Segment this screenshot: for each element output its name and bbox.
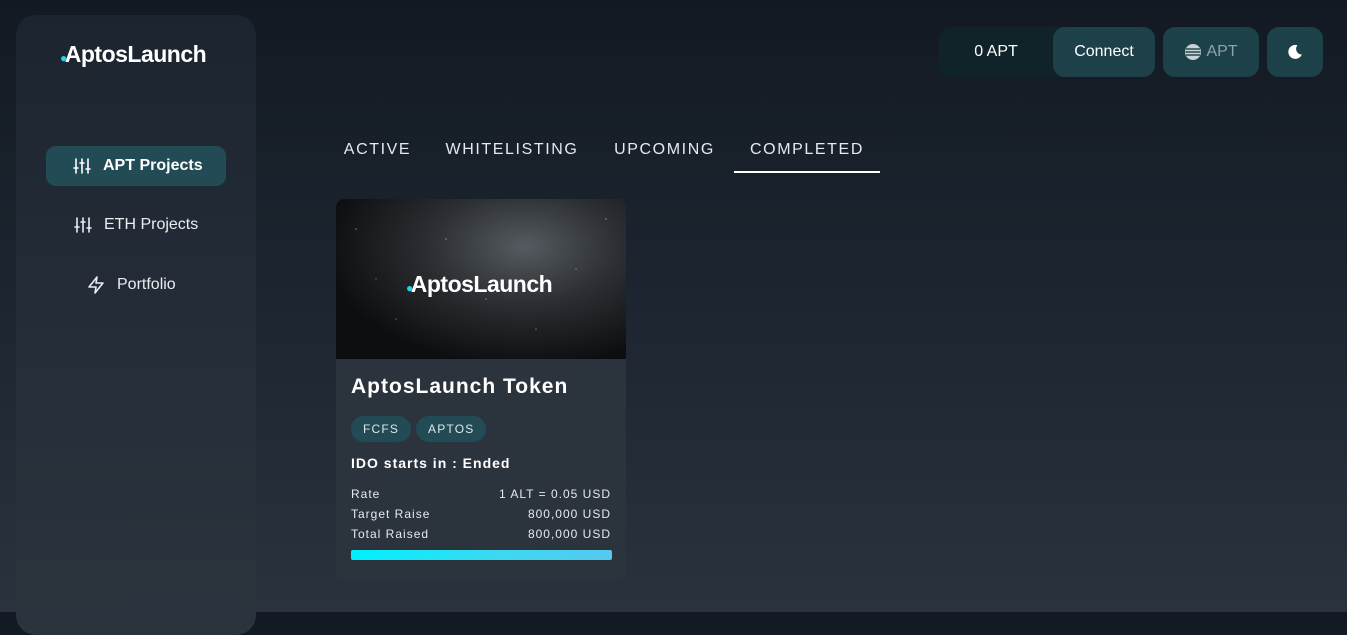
sidebar-item-label: Portfolio: [117, 276, 176, 293]
sidebar-item-apt-projects[interactable]: APT Projects: [46, 146, 226, 186]
sliders-icon: [74, 216, 92, 234]
tag-badge: FCFS: [351, 416, 412, 442]
info-row: Total Raised 800,000 USD: [351, 527, 611, 545]
lightning-icon: [87, 276, 105, 294]
sliders-icon: [73, 157, 91, 175]
info-label: Rate: [351, 487, 381, 501]
sidebar-item-eth-projects[interactable]: ETH Projects: [46, 205, 226, 245]
wallet-balance: 0 APT: [974, 43, 1018, 60]
sidebar-item-label: ETH Projects: [104, 216, 199, 233]
theme-toggle-button[interactable]: [1267, 27, 1323, 77]
banner-logo: ●AptosLaunch: [406, 271, 553, 298]
connect-button[interactable]: Connect: [1053, 27, 1155, 77]
app-logo[interactable]: ●AptosLaunch: [60, 41, 207, 68]
logo-text: AptosLaunch: [64, 41, 207, 67]
aptos-icon: [1184, 43, 1202, 61]
progress-fill: [351, 550, 612, 560]
banner-logo-text: AptosLaunch: [410, 271, 553, 297]
info-value: 1 ALT = 0.05 USD: [499, 487, 611, 501]
tab-whitelisting[interactable]: WHITELISTING: [440, 141, 584, 173]
ido-status: IDO starts in : Ended: [351, 455, 511, 471]
info-row: Rate 1 ALT = 0.05 USD: [351, 487, 611, 505]
project-banner-image: ●AptosLaunch: [336, 199, 626, 359]
moon-icon: [1286, 43, 1304, 61]
info-label: Total Raised: [351, 527, 430, 541]
network-selector[interactable]: APT: [1163, 27, 1259, 77]
project-card[interactable]: ●AptosLaunch AptosLaunch Token FCFS APTO…: [336, 199, 626, 580]
info-label: Target Raise: [351, 507, 431, 521]
wallet-widget: 0 APT Connect: [939, 27, 1155, 77]
info-row: Target Raise 800,000 USD: [351, 507, 611, 525]
tab-active[interactable]: ACTIVE: [336, 141, 419, 173]
raise-progress-bar: [351, 550, 612, 560]
tag-badge: APTOS: [416, 416, 487, 442]
info-value: 800,000 USD: [527, 527, 611, 541]
sidebar-item-portfolio[interactable]: Portfolio: [46, 265, 226, 305]
network-label: APT: [1206, 43, 1238, 60]
tab-upcoming[interactable]: UPCOMING: [606, 141, 723, 173]
sidebar: ●AptosLaunch APT Projects ETH Projects P…: [16, 15, 256, 635]
tab-completed[interactable]: COMPLETED: [734, 141, 880, 173]
project-title: AptosLaunch Token: [351, 375, 569, 398]
info-value: 800,000 USD: [527, 507, 611, 521]
sidebar-item-label: APT Projects: [103, 157, 203, 174]
